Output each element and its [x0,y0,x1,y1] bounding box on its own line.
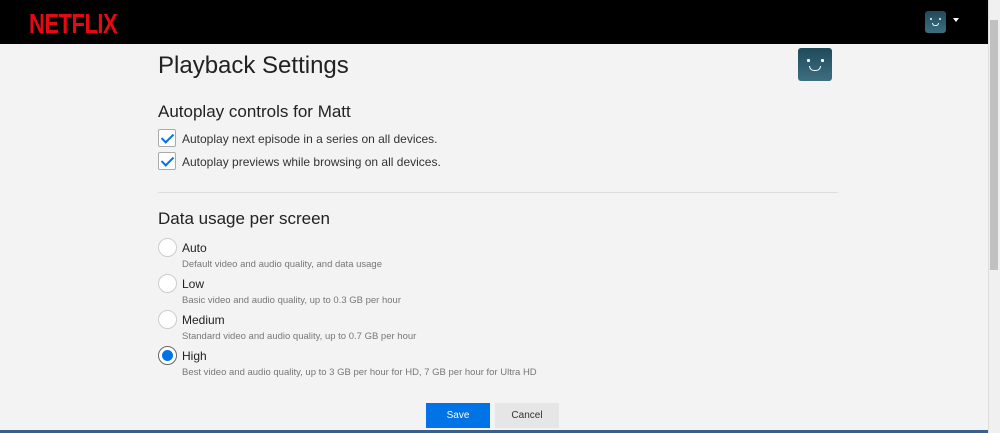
top-nav: NETFLIX [0,0,988,44]
radio-medium-label[interactable]: Medium [182,313,225,327]
divider [158,192,838,193]
radio-low[interactable] [158,274,177,293]
data-usage-heading: Data usage per screen [158,209,330,228]
scrollbar-thumb[interactable] [990,20,998,270]
radio-high-label[interactable]: High [182,349,207,363]
radio-high-desc: Best video and audio quality, up to 3 GB… [182,367,537,378]
radio-low-label[interactable]: Low [182,277,204,291]
scrollbar[interactable] [988,0,1000,433]
profile-dropdown-caret-icon[interactable] [953,18,959,22]
autoplay-heading: Autoplay controls for Matt [158,102,351,121]
cancel-button[interactable]: Cancel [495,403,559,428]
netflix-logo[interactable]: NETFLIX [29,8,118,41]
save-button[interactable]: Save [426,403,490,428]
profile-avatar-icon [798,48,832,81]
autoplay-previews-label[interactable]: Autoplay previews while browsing on all … [182,155,441,169]
radio-auto-desc: Default video and audio quality, and dat… [182,259,383,270]
autoplay-previews-checkbox[interactable] [158,152,176,170]
autoplay-next-episode-checkbox[interactable] [158,129,176,147]
radio-auto-label[interactable]: Auto [182,241,207,255]
autoplay-next-episode-label[interactable]: Autoplay next episode in a series on all… [182,132,438,146]
page-title: Playback Settings [158,52,349,79]
radio-low-desc: Basic video and audio quality, up to 0.3… [182,295,401,306]
profile-avatar-icon[interactable] [925,11,946,33]
radio-medium-desc: Standard video and audio quality, up to … [182,331,417,342]
radio-auto[interactable] [158,238,177,257]
radio-medium[interactable] [158,310,177,329]
radio-high[interactable] [158,346,177,365]
